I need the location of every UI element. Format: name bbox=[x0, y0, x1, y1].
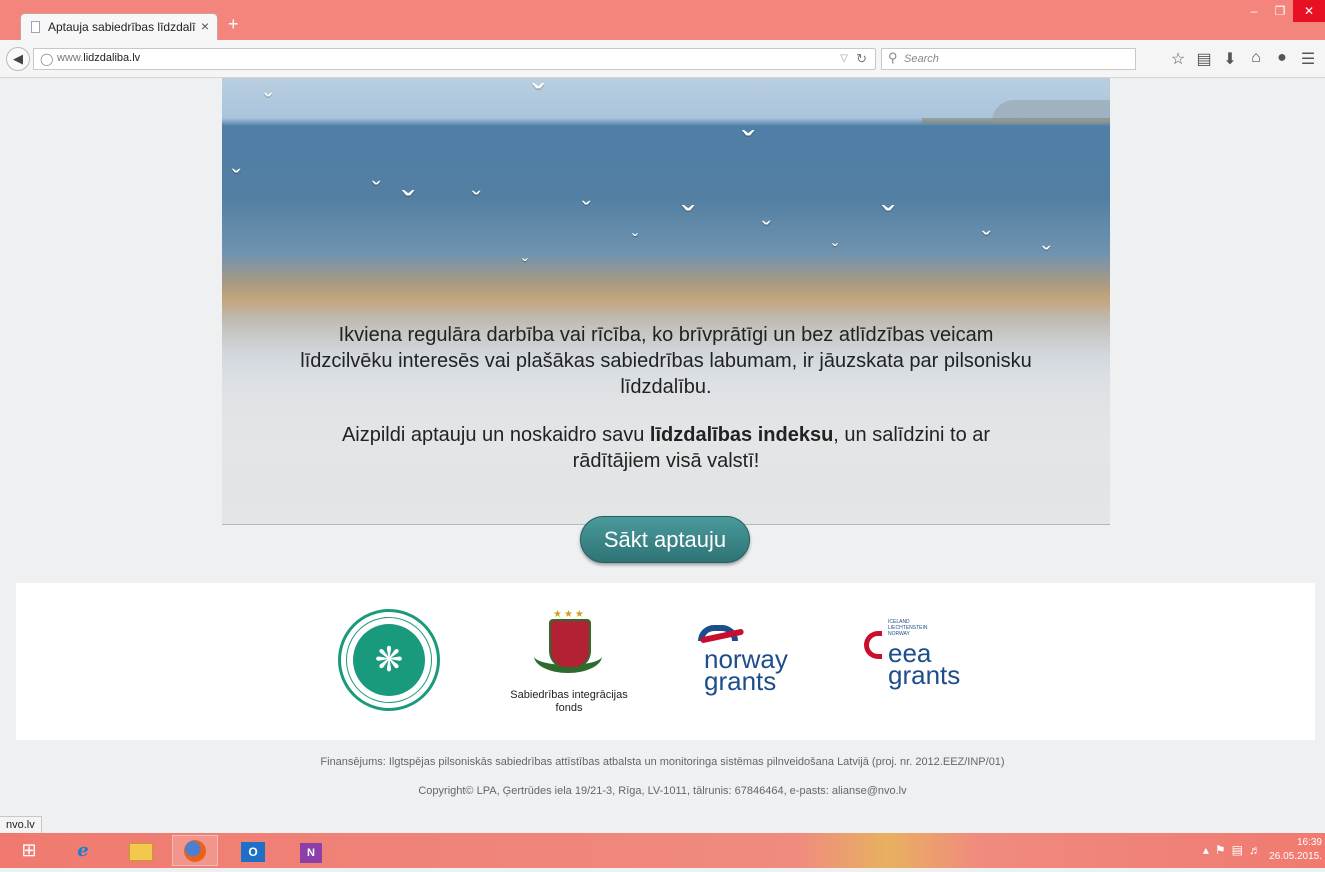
hero-text: Ikviena regulāra darbība vai rīcība, ko … bbox=[222, 322, 1110, 474]
firefox-icon[interactable] bbox=[172, 835, 218, 866]
windows-taskbar: ⊞ e O N ▴⚑▤♬ 16:39 26.05.2015. bbox=[0, 833, 1325, 868]
star-icon[interactable]: ☆ bbox=[1165, 49, 1191, 69]
seagull-image: ˇ bbox=[522, 256, 528, 276]
norway-grants-logo[interactable]: norway grants bbox=[696, 625, 816, 695]
lpa-emblem-icon: ❋ bbox=[374, 641, 404, 679]
address-bar[interactable]: ◯ www.lidzdaliba.lv ▽ ↻ bbox=[33, 48, 876, 70]
window-controls: – ❐ ✕ bbox=[1241, 0, 1325, 22]
home-icon[interactable]: ⌂ bbox=[1243, 49, 1269, 69]
seagull-image: ˇ bbox=[472, 186, 481, 216]
chat-icon[interactable]: ● bbox=[1269, 49, 1295, 69]
tab-close-icon[interactable]: × bbox=[201, 18, 209, 34]
new-tab-button[interactable]: + bbox=[228, 14, 239, 34]
file-explorer-icon[interactable] bbox=[118, 835, 164, 866]
reload-icon[interactable]: ↻ bbox=[856, 51, 867, 67]
system-tray[interactable]: ▴⚑▤♬ bbox=[1203, 843, 1267, 857]
seagull-image: ˇ bbox=[232, 164, 241, 194]
sif-logo[interactable]: ★★★ Sabiedrības integrācijas fonds bbox=[504, 609, 634, 719]
call-to-action-paragraph: Aizpildi aptauju un noskaidro savu līdzd… bbox=[341, 424, 991, 472]
search-placeholder: Search bbox=[904, 53, 939, 65]
sif-caption: Sabiedrības integrācijas fonds bbox=[510, 689, 628, 714]
seagull-image: ˇ bbox=[832, 241, 838, 261]
funding-text: Finansējums: Ilgtspējas pilsoniskās sabi… bbox=[320, 756, 1005, 768]
seagull-image: ˇ bbox=[982, 226, 991, 256]
seagull-image: ˇ bbox=[882, 200, 895, 242]
search-input[interactable]: ⚲ Search bbox=[881, 48, 1136, 70]
start-button[interactable]: ⊞ bbox=[6, 835, 52, 866]
eea-countries: ICELAND LIECHTENSTEIN NORWAY bbox=[888, 619, 928, 637]
page-icon bbox=[31, 21, 40, 33]
menu-icon[interactable]: ☰ bbox=[1295, 49, 1321, 69]
onenote-icon[interactable]: N bbox=[288, 835, 334, 866]
eea-grants-mark-icon bbox=[864, 631, 882, 659]
pier-shape bbox=[922, 118, 1110, 124]
seagull-image: ˇ bbox=[742, 125, 755, 167]
tab-title: Aptauja sabiedrības līdzdalī... bbox=[48, 20, 196, 34]
coat-of-arms-icon bbox=[549, 619, 591, 669]
reading-list-icon[interactable]: ▤ bbox=[1191, 49, 1217, 69]
back-button[interactable]: ◀ bbox=[6, 47, 30, 71]
close-window-button[interactable]: ✕ bbox=[1293, 0, 1325, 22]
outlook-icon[interactable]: O bbox=[230, 835, 276, 866]
eea-grants-logo[interactable]: ICELAND LIECHTENSTEIN NORWAY eea grants bbox=[862, 619, 992, 699]
seagull-image: ˇ bbox=[632, 231, 638, 251]
seagull-image: ˇ bbox=[372, 176, 381, 206]
browser-title-bar: Aptauja sabiedrības līdzdalī... × + – ❐ … bbox=[0, 0, 1325, 40]
seagull-image: ˇ bbox=[402, 185, 415, 227]
lpa-logo[interactable]: ❋ bbox=[338, 609, 440, 711]
globe-icon: ◯ bbox=[40, 52, 54, 66]
minimize-button[interactable]: – bbox=[1241, 0, 1267, 22]
start-survey-button[interactable]: Sākt aptauju bbox=[580, 516, 750, 563]
intro-paragraph: Ikviena regulāra darbība vai rīcība, ko … bbox=[300, 324, 1032, 398]
dropdown-arrow-icon[interactable]: ▽ bbox=[840, 53, 848, 64]
clock[interactable]: 16:39 26.05.2015. bbox=[1266, 836, 1322, 864]
navigation-toolbar: ◀ ◯ www.lidzdaliba.lv ▽ ↻ ⚲ Search ☆ ▤ ⬇… bbox=[0, 40, 1325, 78]
restore-button[interactable]: ❐ bbox=[1267, 0, 1293, 22]
internet-explorer-icon[interactable]: e bbox=[60, 835, 106, 866]
seagull-image: ˇ bbox=[264, 88, 273, 118]
seagull-image: ˇ bbox=[1042, 241, 1051, 271]
participation-index-text: līdzdalības indeksu bbox=[649, 424, 834, 446]
toolbar-buttons: ☆ ▤ ⬇ ⌂ ● ☰ bbox=[1165, 49, 1321, 69]
seagull-image: ˇ bbox=[582, 196, 591, 226]
url-text: www.lidzdaliba.lv bbox=[57, 52, 141, 64]
search-icon: ⚲ bbox=[888, 50, 898, 65]
seagull-image: ˇ bbox=[682, 200, 695, 242]
sponsor-logos: ❋ ★★★ Sabiedrības integrācijas fonds norw… bbox=[16, 583, 1315, 740]
hero-banner: ˇ ˇ ˇ ˇ ˇ ˇ ˇ ˇ ˇ ˇ ˇ ˇ ˇ ˇ ˇ ˇ Ikviena … bbox=[222, 78, 1110, 524]
copyright-text: Copyright© LPA, Ģertrūdes iela 19/21-3, … bbox=[418, 785, 907, 797]
download-icon[interactable]: ⬇ bbox=[1217, 49, 1243, 69]
seagull-image: ˇ bbox=[762, 216, 771, 246]
seagull-image: ˇ bbox=[532, 78, 545, 120]
browser-tab[interactable]: Aptauja sabiedrības līdzdalī... × bbox=[20, 13, 218, 40]
